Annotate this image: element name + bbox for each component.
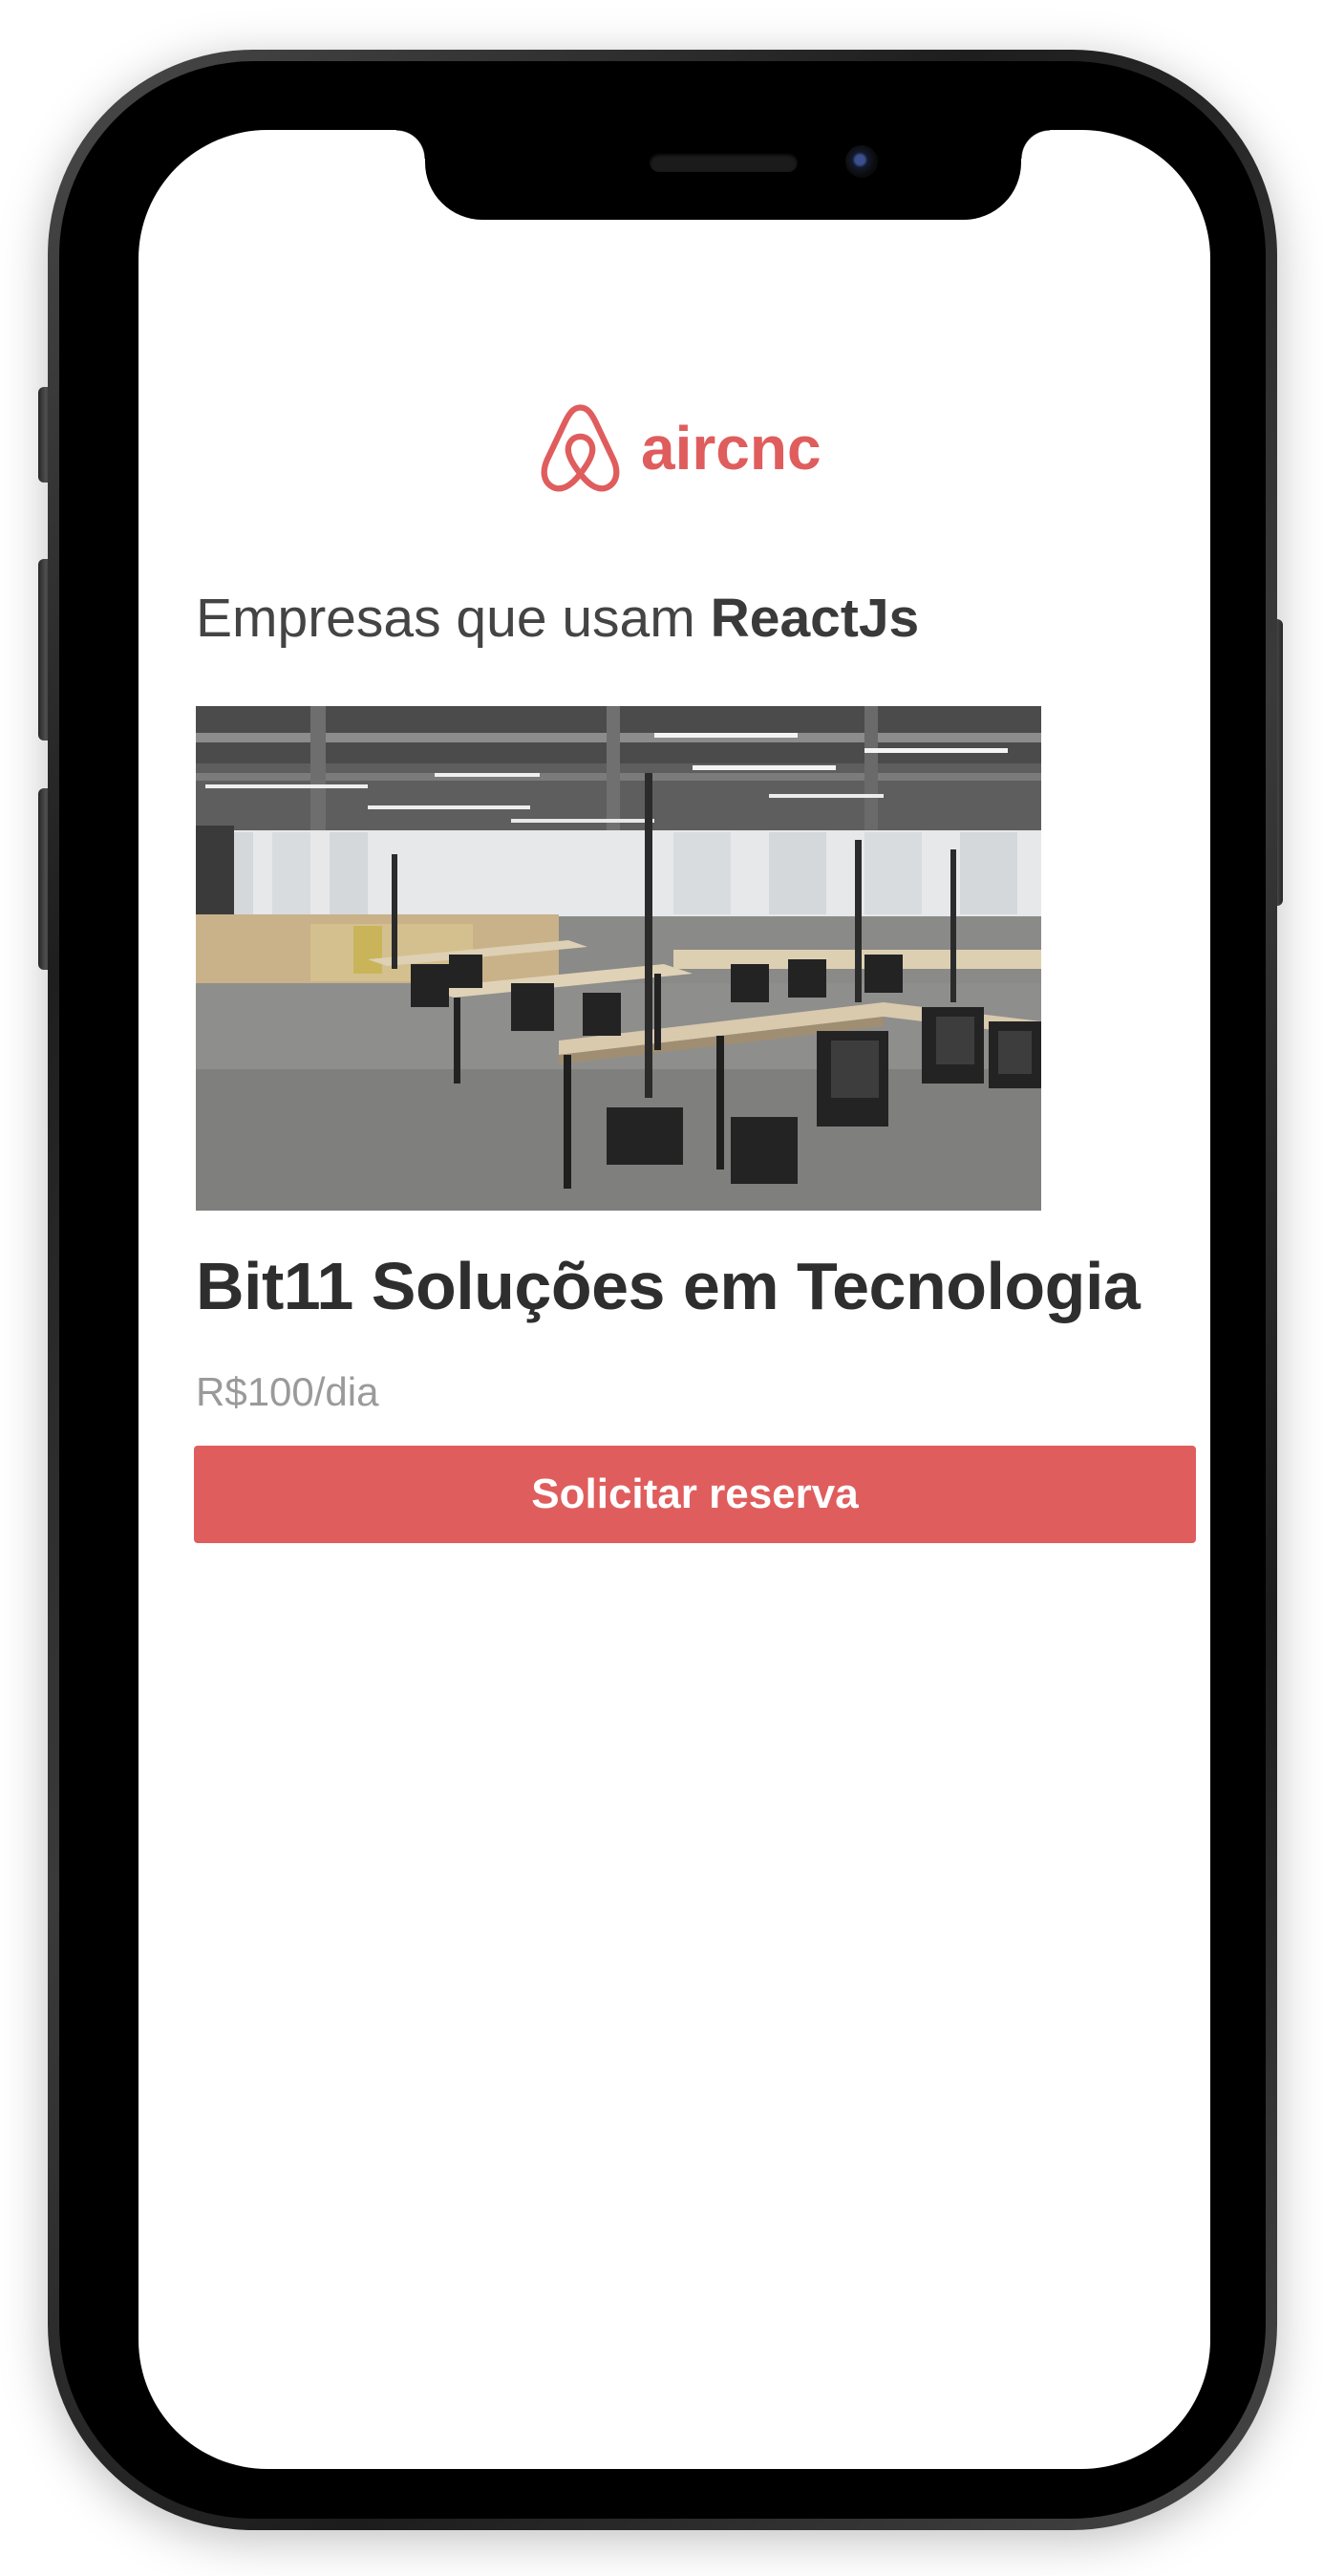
airbnb-belo-icon xyxy=(541,404,620,492)
phone-screen: aircnc Empresas que usam ReactJs Bit11 S… xyxy=(139,130,1210,2469)
spot-company-name: Bit11 Soluções em Tecnologia xyxy=(196,1249,1141,1323)
front-camera-icon xyxy=(845,145,878,178)
phone-bezel: aircnc Empresas que usam ReactJs Bit11 S… xyxy=(59,61,1266,2519)
app-logo: aircnc xyxy=(535,397,841,498)
logo-wordmark: aircnc xyxy=(641,413,822,483)
heading-tech: ReactJs xyxy=(710,588,920,649)
heading-prefix: Empresas que usam xyxy=(196,588,711,649)
spot-price: R$100/dia xyxy=(196,1369,379,1414)
notch xyxy=(396,130,1050,220)
phone-frame: aircnc Empresas que usam ReactJs Bit11 S… xyxy=(48,50,1277,2530)
request-booking-button[interactable]: Solicitar reserva xyxy=(194,1446,1196,1543)
section-heading: Empresas que usam ReactJs xyxy=(196,587,919,650)
speaker-grille xyxy=(650,153,798,172)
coworking-office-photo xyxy=(196,706,1041,1211)
spot-thumbnail[interactable] xyxy=(196,706,1041,1211)
